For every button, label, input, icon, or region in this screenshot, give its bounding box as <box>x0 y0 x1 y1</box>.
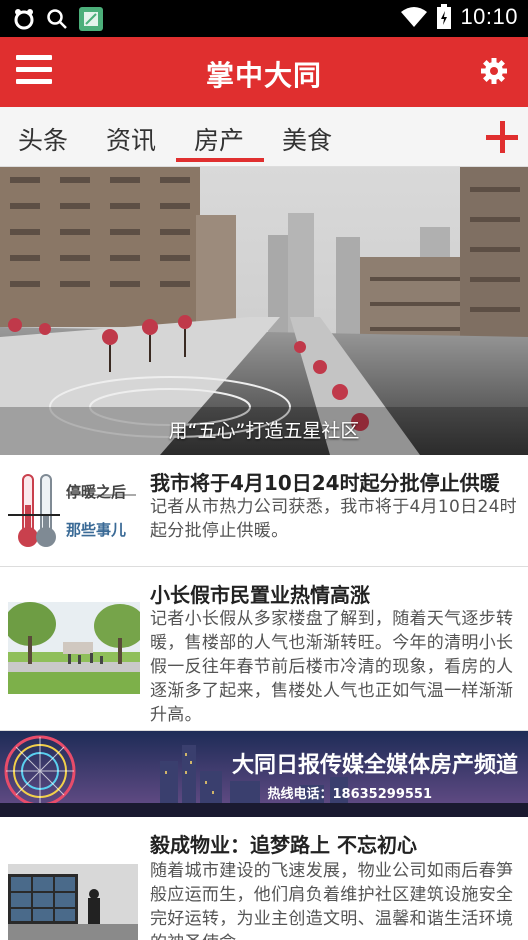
news-summary: 记者从市热力公司获悉，我市将于4月10日24时起分批停止供暖。 <box>150 497 517 541</box>
banner-caption: 用“五心”打造五星社区 <box>168 420 360 442</box>
status-bar: 10:10 <box>0 0 528 37</box>
ring-icon <box>14 9 34 30</box>
monitoring-room-image <box>8 864 138 940</box>
gear-icon <box>481 58 507 84</box>
news-item[interactable]: 毅成物业：追梦路上 不忘初心 随着城市建设的飞速发展，物业公司如雨后春笋般应运而… <box>0 817 528 940</box>
news-summary: 随着城市建设的飞速发展，物业公司如雨后春笋般应运而生，他们肩负着维护社区建筑设施… <box>150 861 514 940</box>
news-item[interactable]: 停暖之后 那些事儿 我市将于4月10日24时起分批停止供暖 记者从市热力公司获悉… <box>0 455 528 567</box>
search-icon <box>47 9 67 29</box>
app-notification-icon <box>79 7 103 31</box>
news-summary: 记者小长假从多家楼盘了解到，随着天气逐步转暖，售楼部的人气也渐渐转旺。今年的清明… <box>150 609 514 725</box>
tab-news[interactable]: 资讯 <box>106 121 156 157</box>
category-tabs: 头条 资讯 房产 美食 <box>0 107 528 167</box>
news-thumbnail <box>8 602 140 694</box>
park-image <box>8 602 140 694</box>
app-header: 掌中大同 <box>0 37 528 107</box>
thumbnail-caption-1: 停暖之后 <box>66 483 127 501</box>
tab-food[interactable]: 美食 <box>282 121 332 157</box>
tab-real-estate[interactable]: 房产 <box>194 121 244 157</box>
banner-image <box>0 167 528 455</box>
battery-icon <box>437 4 452 29</box>
news-title: 我市将于4月10日24时起分批停止供暖 <box>150 471 500 495</box>
thumbnail-caption-2: 那些事儿 <box>66 521 127 539</box>
news-thumbnail <box>8 864 138 940</box>
status-time: 10:10 <box>460 4 518 29</box>
add-channel-button[interactable] <box>484 119 520 155</box>
advertisement-banner[interactable]: 大同日报传媒全媒体房产频道 热线电话：18635299551 <box>0 731 528 817</box>
wifi-icon <box>401 7 428 27</box>
app-title: 掌中大同 <box>205 59 322 92</box>
featured-banner[interactable]: 用“五心”打造五星社区 <box>0 167 528 455</box>
news-thumbnail: 停暖之后 那些事儿 <box>8 467 138 555</box>
tab-headlines[interactable]: 头条 <box>18 121 68 157</box>
ad-hotline: 热线电话：18635299551 <box>267 787 433 802</box>
active-tab-indicator <box>176 158 264 162</box>
news-title: 小长假市民置业热情高涨 <box>150 583 370 607</box>
ad-title: 大同日报传媒全媒体房产频道 <box>231 753 518 778</box>
news-title: 毅成物业：追梦路上 不忘初心 <box>150 833 417 857</box>
settings-button[interactable] <box>480 57 508 85</box>
news-item[interactable]: 小长假市民置业热情高涨 记者小长假从多家楼盘了解到，随着天气逐步转暖，售楼部的人… <box>0 567 528 731</box>
